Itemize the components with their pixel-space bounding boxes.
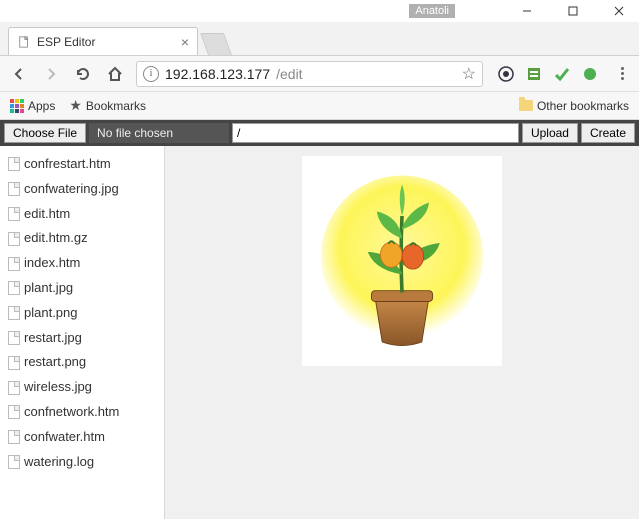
file-icon — [8, 257, 20, 271]
editor-main: confrestart.htm confwatering.jpg edit.ht… — [0, 146, 639, 519]
file-item[interactable]: plant.png — [0, 301, 164, 326]
file-icon — [8, 455, 20, 469]
extension-icons — [493, 65, 603, 83]
window-close-button[interactable] — [605, 1, 633, 21]
other-bookmarks[interactable]: Other bookmarks — [519, 99, 629, 113]
file-name: confwatering.jpg — [24, 179, 119, 200]
browser-toolbar: i 192.168.123.177/edit ☆ — [0, 56, 639, 92]
extension-icon-4[interactable] — [581, 65, 599, 83]
image-preview — [302, 156, 502, 366]
file-icon — [8, 157, 20, 171]
plant-illustration — [312, 166, 492, 356]
file-list-sidebar: confrestart.htm confwatering.jpg edit.ht… — [0, 146, 165, 519]
file-icon — [8, 232, 20, 246]
back-button[interactable] — [8, 63, 30, 85]
other-bookmarks-label: Other bookmarks — [537, 99, 629, 113]
url-path: /edit — [276, 66, 302, 82]
forward-button[interactable] — [40, 63, 62, 85]
file-name: plant.jpg — [24, 278, 73, 299]
star-icon: ★ — [69, 97, 82, 114]
file-item[interactable]: index.htm — [0, 251, 164, 276]
bookmarks-bar: Apps ★ Bookmarks Other bookmarks — [0, 92, 639, 120]
tab-favicon-page-icon — [17, 35, 31, 49]
editor-toolbar: Choose File No file chosen Upload Create — [0, 120, 639, 146]
upload-button[interactable]: Upload — [522, 123, 578, 143]
file-name: index.htm — [24, 253, 80, 274]
file-icon — [8, 182, 20, 196]
file-icon — [8, 405, 20, 419]
file-name: restart.jpg — [24, 328, 82, 349]
reload-button[interactable] — [72, 63, 94, 85]
file-item[interactable]: watering.log — [0, 450, 164, 475]
apps-grid-icon — [10, 99, 24, 113]
file-name: restart.png — [24, 352, 86, 373]
apps-shortcut[interactable]: Apps — [10, 99, 55, 113]
file-icon — [8, 331, 20, 345]
file-item[interactable]: restart.jpg — [0, 326, 164, 351]
file-icon — [8, 207, 20, 221]
file-name: confrestart.htm — [24, 154, 111, 175]
extension-icon-2[interactable] — [525, 65, 543, 83]
file-item[interactable]: edit.htm.gz — [0, 226, 164, 251]
extension-icon-3[interactable] — [553, 65, 571, 83]
file-icon — [8, 381, 20, 395]
path-input[interactable] — [232, 123, 519, 143]
bookmarks-label: Bookmarks — [86, 99, 146, 113]
home-button[interactable] — [104, 63, 126, 85]
browser-menu-button[interactable] — [613, 67, 631, 80]
tab-title: ESP Editor — [37, 35, 95, 49]
new-tab-button[interactable] — [200, 33, 232, 55]
file-icon — [8, 306, 20, 320]
file-icon — [8, 430, 20, 444]
bookmark-star-icon[interactable]: ☆ — [462, 64, 476, 84]
apps-label: Apps — [28, 99, 55, 113]
window-titlebar: Anatoli — [0, 0, 639, 22]
tab-strip: ESP Editor × — [0, 22, 639, 56]
choose-file-button[interactable]: Choose File — [4, 123, 86, 143]
file-item[interactable]: confnetwork.htm — [0, 400, 164, 425]
file-name: confnetwork.htm — [24, 402, 119, 423]
file-item[interactable]: confwatering.jpg — [0, 177, 164, 202]
file-item[interactable]: restart.png — [0, 350, 164, 375]
file-name: watering.log — [24, 452, 94, 473]
extension-icon-1[interactable] — [497, 65, 515, 83]
file-item[interactable]: confwater.htm — [0, 425, 164, 450]
window-minimize-button[interactable] — [513, 1, 541, 21]
bookmarks-folder[interactable]: ★ Bookmarks — [69, 97, 146, 114]
folder-icon — [519, 100, 533, 111]
file-name: edit.htm — [24, 204, 70, 225]
tab-close-icon[interactable]: × — [181, 35, 189, 49]
address-bar[interactable]: i 192.168.123.177/edit ☆ — [136, 61, 483, 87]
file-item[interactable]: wireless.jpg — [0, 375, 164, 400]
file-name: edit.htm.gz — [24, 228, 88, 249]
browser-tab[interactable]: ESP Editor × — [8, 27, 198, 55]
file-name: wireless.jpg — [24, 377, 92, 398]
file-chosen-status: No file chosen — [89, 123, 229, 143]
create-button[interactable]: Create — [581, 123, 635, 143]
site-info-icon[interactable]: i — [143, 66, 159, 82]
file-name: confwater.htm — [24, 427, 105, 448]
file-item[interactable]: plant.jpg — [0, 276, 164, 301]
file-icon — [8, 356, 20, 370]
file-item[interactable]: edit.htm — [0, 202, 164, 227]
content-pane — [165, 146, 639, 519]
user-badge[interactable]: Anatoli — [409, 4, 455, 18]
file-name: plant.png — [24, 303, 78, 324]
url-host: 192.168.123.177 — [165, 66, 270, 82]
window-maximize-button[interactable] — [559, 1, 587, 21]
file-item[interactable]: confrestart.htm — [0, 152, 164, 177]
file-icon — [8, 281, 20, 295]
